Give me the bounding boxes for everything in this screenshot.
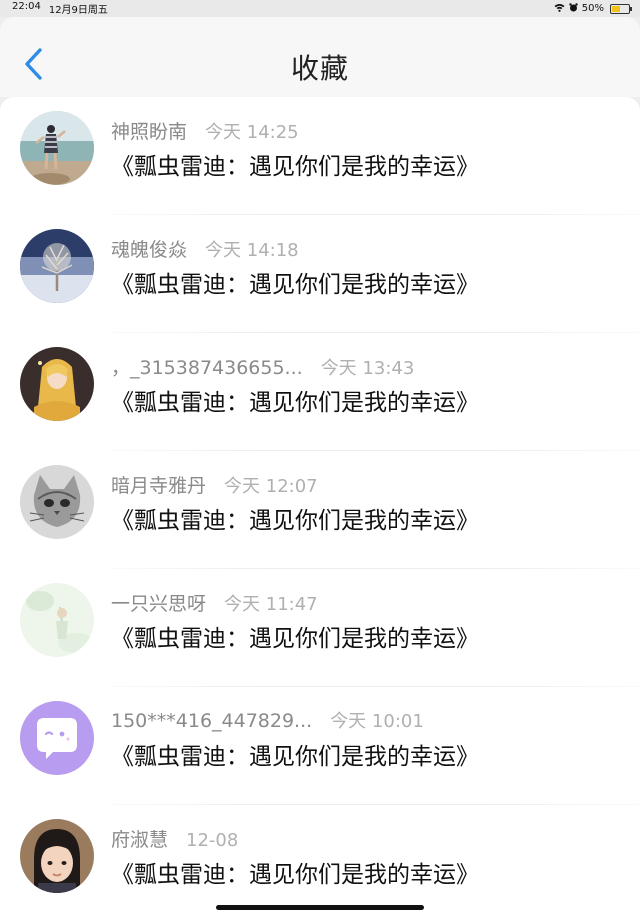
alarm-icon bbox=[569, 2, 578, 15]
user-name[interactable]: 150***416_447829... bbox=[111, 710, 312, 732]
favorite-content[interactable]: 《瓢虫雷迪：遇见你们是我的幸运》 bbox=[111, 147, 479, 181]
status-date: 12月9日周五 bbox=[48, 5, 108, 16]
battery-icon bbox=[610, 3, 632, 14]
status-bar: 22:04 12月9日周五 50% bbox=[0, 0, 640, 17]
user-name[interactable]: ，_315387436655... bbox=[111, 353, 303, 380]
timestamp: 今天 10:01 bbox=[330, 711, 424, 732]
timestamp: 今天 13:43 bbox=[320, 358, 415, 379]
wifi-icon bbox=[554, 3, 565, 15]
list-item[interactable]: 一只兴思呀 今天 11:47 《瓢虫雷迪：遇见你们是我的幸运》 bbox=[0, 569, 640, 687]
timestamp: 今天 14:18 bbox=[205, 240, 299, 261]
page-title: 收藏 bbox=[290, 52, 349, 85]
avatar[interactable] bbox=[20, 111, 94, 185]
list-item[interactable]: 府淑慧 12-08 《瓢虫雷迪：遇见你们是我的幸运》 bbox=[0, 805, 640, 916]
avatar[interactable] bbox=[20, 347, 94, 421]
avatar[interactable] bbox=[20, 701, 94, 775]
favorite-content[interactable]: 《瓢虫雷迪：遇见你们是我的幸运》 bbox=[111, 265, 479, 299]
user-name[interactable]: 魂魄俊焱 bbox=[111, 235, 187, 262]
favorite-content[interactable]: 《瓢虫雷迪：遇见你们是我的幸运》 bbox=[111, 501, 479, 535]
favorite-content[interactable]: 《瓢虫雷迪：遇见你们是我的幸运》 bbox=[111, 619, 479, 653]
avatar[interactable] bbox=[20, 819, 94, 893]
user-name[interactable]: 神照盼南 bbox=[111, 117, 187, 144]
favorite-content[interactable]: 《瓢虫雷迪：遇见你们是我的幸运》 bbox=[111, 855, 479, 889]
nav-bar: 收藏 bbox=[0, 17, 640, 97]
avatar[interactable] bbox=[20, 583, 94, 657]
list-item[interactable]: 暗月寺雅丹 今天 12:07 《瓢虫雷迪：遇见你们是我的幸运》 bbox=[0, 451, 640, 569]
list-item[interactable]: ，_315387436655... 今天 13:43 《瓢虫雷迪：遇见你们是我的… bbox=[0, 333, 640, 451]
home-indicator[interactable] bbox=[216, 905, 424, 910]
list-item[interactable]: 神照盼南 今天 14:25 《瓢虫雷迪：遇见你们是我的幸运》 bbox=[0, 97, 640, 215]
status-time: 22:04 bbox=[12, 1, 41, 12]
favorite-content[interactable]: 《瓢虫雷迪：遇见你们是我的幸运》 bbox=[111, 737, 479, 771]
timestamp: 今天 12:07 bbox=[224, 476, 318, 497]
user-name[interactable]: 暗月寺雅丹 bbox=[111, 471, 206, 498]
list-item[interactable]: 150***416_447829... 今天 10:01 《瓢虫雷迪：遇见你们是… bbox=[0, 687, 640, 805]
battery-percent: 50% bbox=[581, 3, 604, 14]
user-name[interactable]: 一只兴思呀 bbox=[111, 589, 206, 616]
avatar[interactable] bbox=[20, 229, 94, 303]
favorites-list: 神照盼南 今天 14:25 《瓢虫雷迪：遇见你们是我的幸运》 魂魄俊焱 今天 1… bbox=[0, 97, 640, 916]
favorite-content[interactable]: 《瓢虫雷迪：遇见你们是我的幸运》 bbox=[111, 383, 479, 417]
avatar[interactable] bbox=[20, 465, 94, 539]
timestamp: 12-08 bbox=[186, 830, 239, 851]
timestamp: 今天 11:47 bbox=[224, 594, 318, 615]
user-name[interactable]: 府淑慧 bbox=[111, 825, 168, 852]
list-item[interactable]: 魂魄俊焱 今天 14:18 《瓢虫雷迪：遇见你们是我的幸运》 bbox=[0, 215, 640, 333]
timestamp: 今天 14:25 bbox=[205, 122, 299, 143]
